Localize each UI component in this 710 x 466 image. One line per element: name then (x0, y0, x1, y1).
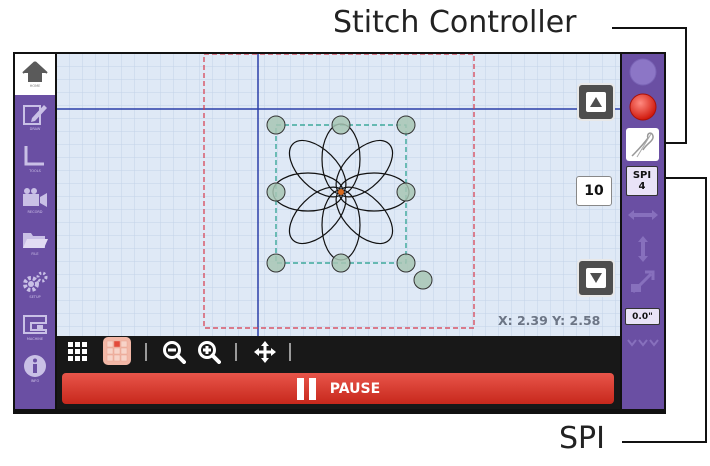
resize-handle[interactable] (396, 182, 416, 202)
pause-bar: PAUSE (57, 368, 620, 409)
camera-icon (23, 188, 47, 207)
sidebar-item-record[interactable]: RECORD (15, 180, 55, 221)
move-icon[interactable] (253, 340, 277, 364)
vertical-arrows-icon[interactable] (633, 234, 653, 264)
sewing-machine-icon (23, 315, 47, 334)
ruler-icon (24, 146, 44, 166)
resize-handle[interactable] (396, 115, 416, 135)
lock-arrow-icon[interactable] (629, 268, 657, 294)
pencil-icon (23, 105, 47, 125)
cursor-coordinates: X: 2.39 Y: 2.58 (498, 313, 601, 328)
pattern-layout-button[interactable] (103, 337, 131, 365)
sidebar-caption-record: RECORD (27, 210, 43, 214)
pattern-center-point (338, 189, 344, 195)
sidebar-item-file[interactable]: FILE (15, 222, 55, 263)
sidebar-item-draw[interactable]: DRAW (15, 96, 55, 137)
zoom-in-icon[interactable] (197, 340, 221, 364)
circle-indicator-icon[interactable] (627, 56, 659, 88)
canvas-drawing (57, 54, 620, 336)
sidebar-item-info[interactable]: INFO (15, 348, 55, 389)
home-icon (22, 61, 48, 82)
horizontal-arrows-icon[interactable] (626, 205, 660, 225)
callout-stitch-controller: Stitch Controller (333, 5, 577, 40)
spi-value-field[interactable]: 10 (576, 176, 612, 206)
pause-label: PAUSE (329, 380, 381, 397)
resize-handle[interactable] (266, 253, 286, 273)
resize-handle[interactable] (396, 253, 416, 273)
quilt-block-icon (106, 340, 128, 362)
sidebar-caption-info: INFO (30, 379, 40, 383)
right-sidebar (622, 54, 664, 409)
gear-icon (23, 271, 48, 292)
callout-spi: SPI (559, 421, 605, 456)
rotate-handle[interactable] (413, 270, 433, 290)
triangle-down-icon (590, 273, 602, 283)
sidebar-item-tools[interactable]: TOOLS (15, 138, 55, 179)
resize-handle[interactable] (331, 253, 351, 273)
sidebar-item-setup[interactable]: SETUP (15, 264, 55, 305)
sidebar-item-machine[interactable]: MACHINE (15, 306, 55, 347)
spi-badge-value: 4 (638, 181, 646, 192)
pause-button[interactable]: PAUSE (62, 373, 614, 404)
resize-handle[interactable] (266, 182, 286, 202)
record-button-icon[interactable] (627, 91, 659, 123)
pause-icon (296, 377, 316, 400)
triangle-up-icon (590, 97, 602, 107)
toolbar-separator (145, 343, 147, 361)
design-canvas[interactable] (57, 54, 620, 336)
stitch-controller-button[interactable] (626, 128, 659, 161)
resize-handle[interactable] (331, 115, 351, 135)
folder-icon (23, 233, 48, 248)
spi-badge[interactable]: SPI 4 (626, 166, 658, 196)
toolbar-separator (289, 343, 291, 361)
info-icon (24, 355, 46, 377)
left-sidebar: HOME DRAW TOOLS RECORD FILE SETUP MACHIN… (15, 54, 55, 409)
grid (57, 54, 620, 336)
move-up-button[interactable] (577, 83, 615, 121)
toolbar-separator (235, 343, 237, 361)
sidebar-caption-draw: DRAW (29, 127, 41, 131)
spi-badge-label: SPI (632, 170, 652, 181)
sidebar-caption-file: FILE (31, 252, 39, 256)
zoom-out-icon[interactable] (162, 340, 186, 364)
move-down-button[interactable] (577, 259, 615, 297)
canvas-toolbar (57, 336, 620, 368)
needle-thread-icon (631, 132, 654, 158)
offset-value-badge[interactable]: 0.0" (625, 308, 660, 325)
sidebar-caption-tools: TOOLS (29, 169, 41, 173)
sidebar-caption-home: HOME (29, 84, 41, 88)
sidebar-caption-setup: SETUP (29, 295, 41, 299)
chevrons-down-icon[interactable] (626, 337, 660, 349)
sidebar-caption-machine: MACHINE (26, 337, 44, 341)
grid-view-icon[interactable] (67, 341, 89, 363)
resize-handle[interactable] (266, 115, 286, 135)
sidebar-item-home[interactable]: HOME (15, 54, 55, 95)
